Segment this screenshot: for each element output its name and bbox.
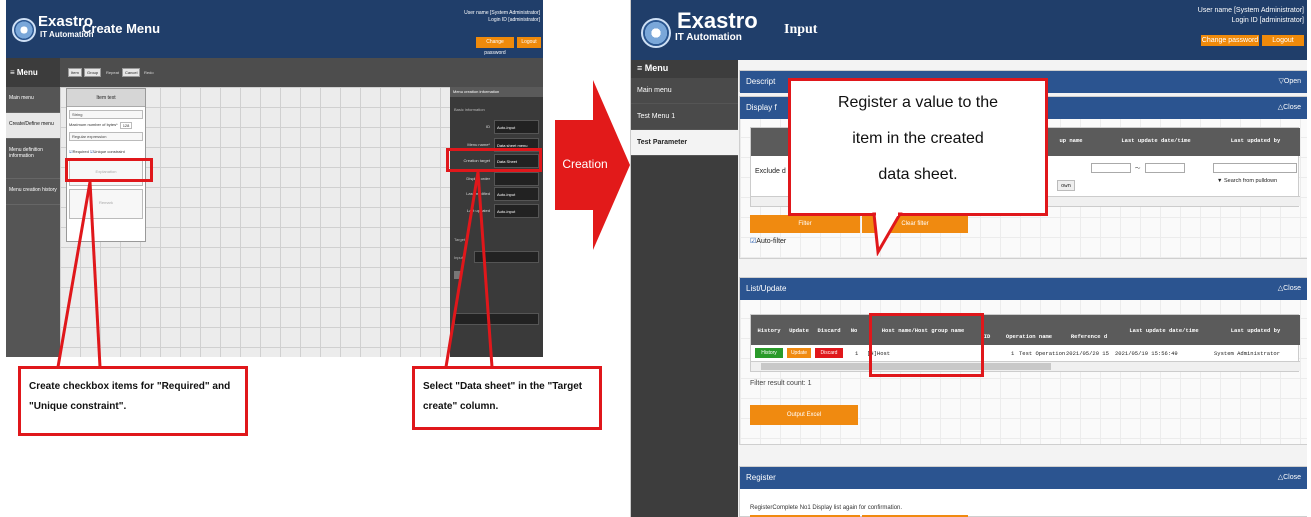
cell-operation: Test Operation: [1019, 350, 1066, 357]
callout-line: Register a value to the: [837, 94, 999, 111]
user-name: User name [System Administrator]: [1197, 7, 1304, 14]
cell-no: 1: [855, 350, 859, 357]
page-title: Input: [784, 22, 818, 37]
close-toggle[interactable]: △Close: [1278, 467, 1301, 489]
sidebar-item-test-parameter[interactable]: Test Parameter: [631, 130, 738, 156]
cell-updated-by: System Administrator: [1214, 350, 1281, 357]
logo-name: Exastro: [677, 8, 758, 33]
change-password-button[interactable]: Change password: [1201, 35, 1259, 46]
sidebar-item-main-menu[interactable]: Main menu: [631, 78, 738, 104]
pulldown-button[interactable]: own: [1057, 180, 1075, 191]
connector-line: [56, 181, 92, 368]
sidebar: ≡ Menu Main menu Test Menu 1 Test Parame…: [631, 60, 738, 517]
col-header: up name: [1041, 137, 1101, 144]
tilde: ～: [1135, 165, 1141, 172]
updated-by-input[interactable]: [1213, 163, 1297, 173]
col-header: Last updated by: [1211, 137, 1300, 144]
register-panel: Register △Close RegisterComplete No1 Disp…: [739, 466, 1307, 517]
search-pulldown-button[interactable]: ▼ Search from pulldown: [1217, 178, 1277, 184]
col-updated-by: Last updated by: [1213, 327, 1298, 334]
col-last-update: Last update date/time: [1117, 327, 1211, 334]
col-update: Update: [785, 327, 813, 334]
highlight-host-column: [869, 313, 984, 377]
col-history: History: [753, 327, 785, 334]
col-operation: Operation name: [997, 333, 1061, 340]
col-discard: Discard: [813, 327, 845, 334]
cell-id: 1: [1011, 350, 1015, 357]
col-no: No: [845, 327, 863, 334]
col-header: Last update date/time: [1101, 137, 1211, 144]
sidebar-item-test-menu-1[interactable]: Test Menu 1: [631, 104, 738, 130]
annotation-checkbox: Create checkbox items for "Required" and…: [18, 366, 248, 436]
logout-button[interactable]: Logout: [1262, 35, 1304, 46]
panel-title: Display f: [746, 103, 777, 112]
panel-title: Register: [746, 473, 776, 482]
filter-button[interactable]: Filter: [750, 215, 860, 233]
exastro-logo-icon: [641, 18, 671, 48]
close-toggle[interactable]: △Close: [1278, 97, 1301, 119]
history-button[interactable]: History: [755, 348, 783, 358]
col-reference: Reference d: [1063, 333, 1115, 340]
discard-button[interactable]: Discard: [815, 348, 843, 358]
close-toggle[interactable]: △Close: [1278, 278, 1301, 300]
callout-pointer: [872, 212, 903, 256]
callout-register-value: Register a value to the item in the crea…: [788, 78, 1048, 216]
callout-line: data sheet.: [878, 166, 958, 183]
callout-line: item in the created: [852, 130, 984, 147]
horizontal-scrollbar[interactable]: [751, 361, 1300, 371]
output-excel-button[interactable]: Output Excel: [750, 405, 858, 425]
date-to-input[interactable]: [1145, 163, 1185, 173]
cell-updated: 2021/05/19 15:56:49: [1115, 350, 1178, 357]
menu-label: ≡ Menu: [637, 63, 669, 73]
annotation-select: Select "Data sheet" in the "Target creat…: [412, 366, 602, 430]
panel-title: List/Update: [746, 284, 787, 293]
panel-title: Descript: [746, 77, 776, 86]
date-from-input[interactable]: [1091, 163, 1131, 173]
header: Exastro IT Automation Input User name [S…: [631, 0, 1307, 60]
connector-line: [88, 181, 102, 368]
cell-reference: 2021/05/20 15: [1066, 350, 1109, 357]
list-update-panel: List/Update △Close History Update Discard…: [739, 277, 1307, 445]
register-message: RegisterComplete No1 Display list again …: [750, 505, 903, 511]
auto-filter-label: Auto-filter: [756, 238, 787, 245]
update-button[interactable]: Update: [787, 348, 811, 358]
exclude-label: Exclude d: [755, 168, 786, 175]
logo-sub: IT Automation: [675, 32, 742, 43]
arrow-label: Creation: [562, 157, 608, 171]
connector-lines: [56, 171, 494, 368]
filter-result-count: Filter result count: 1: [750, 380, 812, 387]
login-id: Login ID [administrator]: [1231, 16, 1304, 24]
connector-line: [444, 171, 480, 368]
list-table: History Update Discard No Host name/Host…: [750, 314, 1300, 372]
connector-line: [476, 171, 494, 368]
open-toggle[interactable]: ▽Open: [1278, 71, 1301, 93]
